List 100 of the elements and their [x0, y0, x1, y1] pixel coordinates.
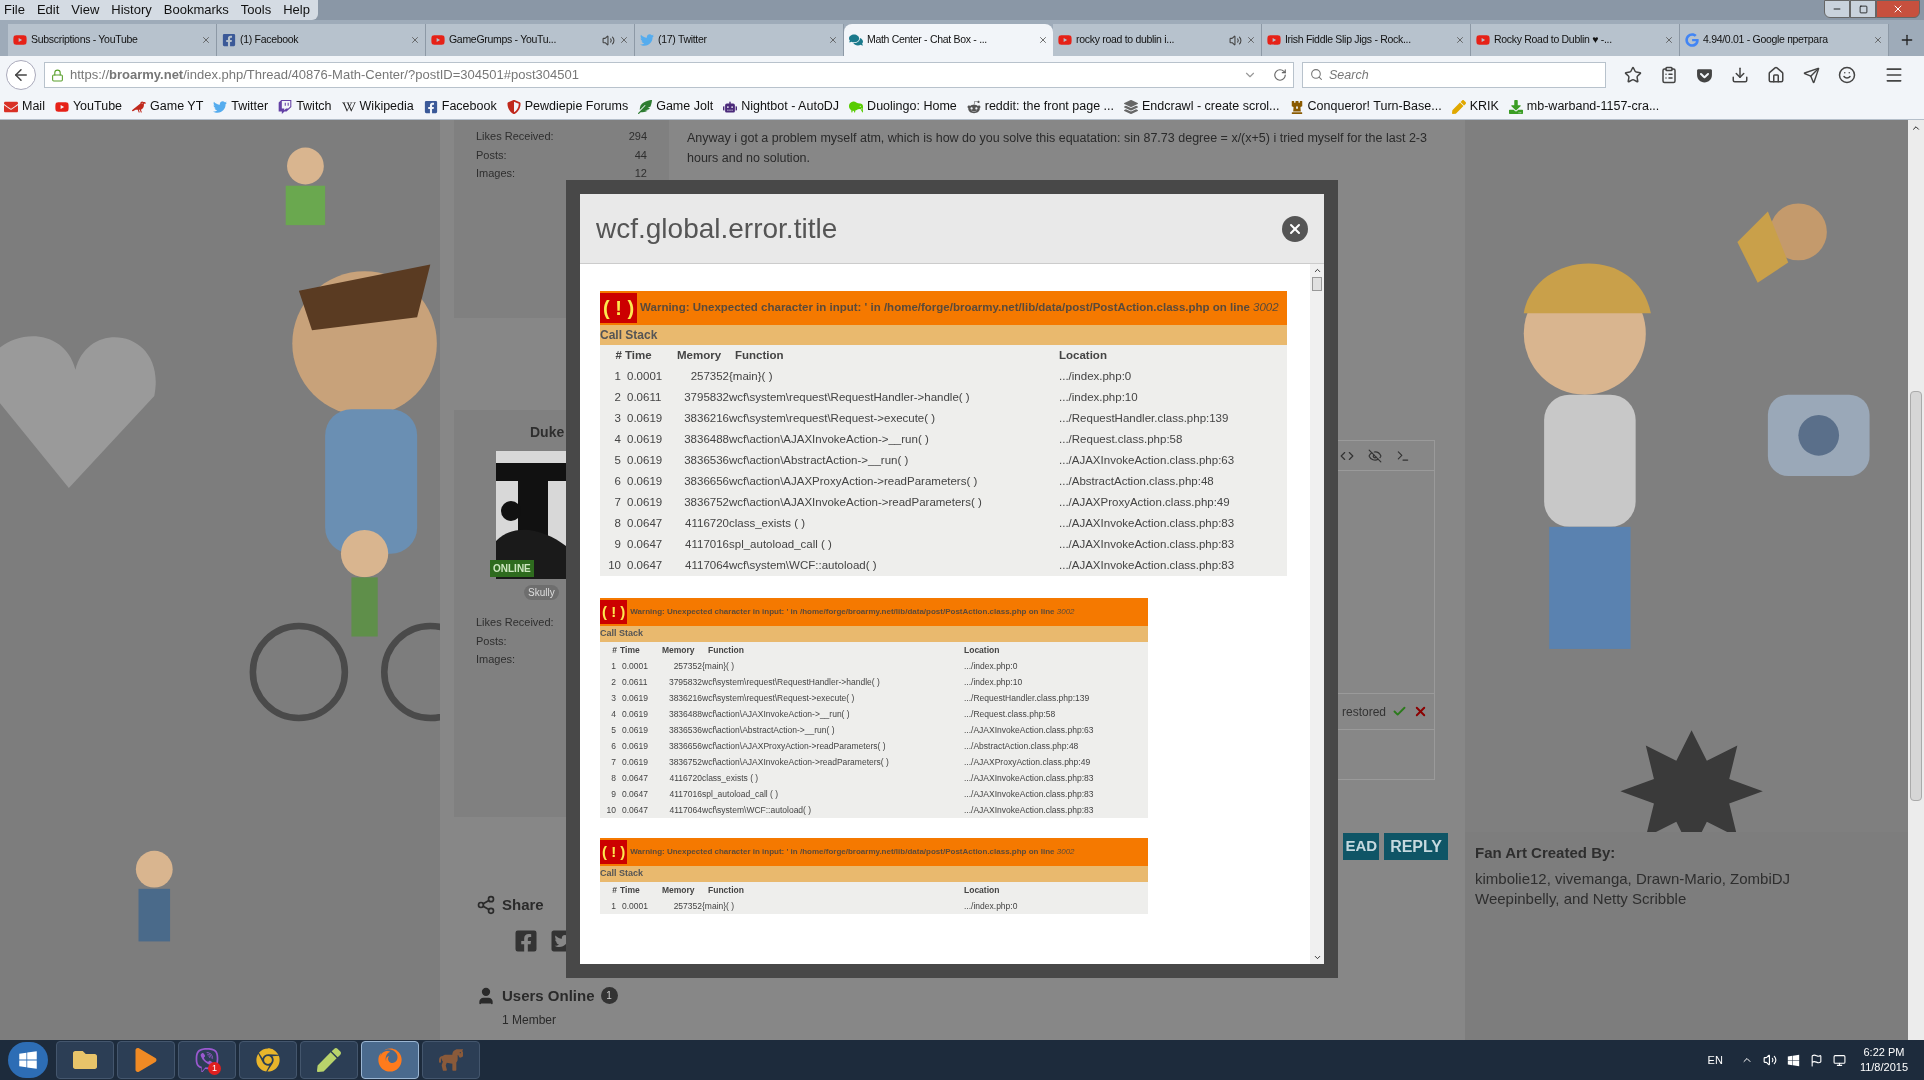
maximize-button[interactable]: [1850, 0, 1876, 18]
browser-tab[interactable]: GameGrumps - YouTu...: [426, 24, 635, 56]
robot-icon: [723, 99, 738, 114]
scroll-thumb[interactable]: [1312, 277, 1322, 291]
browser-tab[interactable]: 4.94/0.01 - Google претрага: [1680, 24, 1889, 56]
close-tab-icon[interactable]: [828, 35, 838, 45]
bookmark-link[interactable]: Game YT: [132, 97, 204, 116]
browser-tab[interactable]: Rocky Road to Dublin ♥ -...: [1471, 24, 1680, 56]
eye-off-icon[interactable]: [1368, 448, 1382, 463]
close-tab-icon[interactable]: [1664, 35, 1674, 45]
letter-f-icon[interactable]: [514, 928, 538, 953]
browser-tab[interactable]: rocky road to dublin i...: [1053, 24, 1262, 56]
bookmark-link[interactable]: Duolingo: Home: [849, 97, 957, 116]
post-text: Anyway i got a problem myself atm, which is how do you solve this equatation: sin 87.73 degree = x/(x+5) i tried myself for the last 2-3 hours and no solution.: [687, 130, 1427, 167]
user-icon: [476, 985, 496, 1006]
bookmark-link[interactable]: YouTube: [54, 97, 123, 116]
terminal-icon[interactable]: [1396, 448, 1410, 463]
browser-tab[interactable]: (1) Facebook: [217, 24, 426, 56]
menu-icon[interactable]: [1884, 65, 1904, 85]
start-button[interactable]: [8, 1042, 48, 1078]
menu-item[interactable]: Edit: [36, 0, 60, 20]
close-tab-icon[interactable]: [410, 35, 420, 45]
smiley-icon[interactable]: [1838, 66, 1856, 84]
minimize-button[interactable]: [1824, 0, 1850, 18]
browser-tab[interactable]: Math Center - Chat Box - ...: [844, 24, 1053, 56]
column-header: Location: [964, 644, 1001, 657]
table-cell-text: 6: [610, 740, 617, 753]
monitor-icon[interactable]: [1832, 1053, 1846, 1067]
back-button[interactable]: [6, 60, 36, 90]
menu-item[interactable]: View: [71, 0, 100, 20]
close-icon[interactable]: [1413, 704, 1428, 719]
table-cell-text: 0.0647: [621, 772, 649, 785]
section-title: Share: [502, 895, 544, 915]
alien-icon: [966, 99, 981, 114]
close-tab-icon[interactable]: [1455, 35, 1465, 45]
star-icon[interactable]: [1624, 66, 1642, 84]
new-tab-icon[interactable]: [1899, 32, 1915, 48]
action-button[interactable]: EAD: [1343, 833, 1380, 860]
bookmark-link[interactable]: Nightbot - AutoDJ: [723, 97, 840, 116]
windows-icon[interactable]: [1786, 1053, 1800, 1067]
browser-tab[interactable]: (17) Twitter: [635, 24, 844, 56]
table-cell-text: 8: [613, 516, 622, 531]
menu-item[interactable]: History: [111, 0, 152, 20]
menu-item[interactable]: Tools: [240, 0, 272, 20]
table-cell-text: 0.0619: [626, 432, 664, 447]
url-field[interactable]: https://broarmy.net/index.php/Thread/40876-Math-Center/?postID=304501#post304501: [44, 62, 1294, 88]
column-header: Function: [707, 884, 745, 897]
close-tab-icon[interactable]: [619, 35, 629, 45]
pocket-icon[interactable]: [1696, 66, 1713, 84]
taskbar-button[interactable]: 1: [178, 1041, 236, 1079]
bookmark-link[interactable]: KRIK: [1451, 97, 1499, 116]
table-cell-text: wcf\system\request\Request->execute( ): [729, 411, 937, 426]
scroll-up-icon[interactable]: [1312, 266, 1322, 275]
bookmark-link[interactable]: Pewdiepie Forums: [506, 97, 629, 116]
scroll-up-icon[interactable]: [1911, 123, 1921, 133]
draft-notice: restored: [1341, 703, 1386, 721]
close-tab-icon[interactable]: [1038, 35, 1048, 45]
action-button[interactable]: REPLY: [1384, 833, 1448, 860]
browser-tab[interactable]: Subscriptions - YouTube: [8, 24, 217, 56]
bookmark-link[interactable]: mb-warband-1157-cra...: [1508, 97, 1660, 116]
table-cell-text: 0.0611: [626, 390, 663, 405]
flag-icon[interactable]: [1809, 1053, 1823, 1067]
close-tab-icon[interactable]: [1246, 35, 1256, 45]
clipboard-icon[interactable]: [1660, 66, 1678, 84]
taskbar-button[interactable]: [300, 1041, 358, 1079]
language-indicator[interactable]: EN: [1707, 1051, 1723, 1069]
close-tab-icon[interactable]: [201, 35, 211, 45]
bookmark-link[interactable]: Mail: [4, 97, 45, 116]
home-icon[interactable]: [1767, 66, 1785, 84]
bookmark-link[interactable]: Conqueror! Turn-Base...: [1289, 97, 1442, 116]
table-cell-text: .../index.php:10: [964, 676, 1024, 689]
menu-item[interactable]: Bookmarks: [163, 0, 229, 20]
download-icon[interactable]: [1731, 66, 1749, 84]
bookmark-link[interactable]: Game Jolt: [638, 97, 714, 116]
bookmark-link[interactable]: Wikipedia: [341, 97, 414, 116]
bookmark-link[interactable]: Twitch: [278, 97, 332, 116]
table-cell-text: 0.0611: [621, 676, 649, 689]
scroll-down-icon[interactable]: [1312, 953, 1322, 962]
close-button[interactable]: [1282, 215, 1308, 242]
speaker-icon[interactable]: [1762, 1053, 1777, 1067]
taskbar-button[interactable]: [117, 1041, 175, 1079]
bookmark-link[interactable]: reddit: the front page ...: [966, 97, 1114, 116]
clock[interactable]: 6:22 PM 11/8/2015: [1859, 1045, 1908, 1075]
bookmark-link[interactable]: Facebook: [423, 97, 497, 116]
menu-item[interactable]: Help: [283, 0, 310, 20]
scroll-thumb[interactable]: [1910, 391, 1922, 801]
paper-plane-icon[interactable]: [1803, 66, 1820, 84]
bookmark-link[interactable]: Endcrawl - create scrol...: [1124, 97, 1280, 116]
taskbar-button[interactable]: [56, 1041, 114, 1079]
bookmark-link[interactable]: Twitter: [213, 97, 269, 116]
search-field[interactable]: Search: [1302, 62, 1606, 88]
close-tab-icon[interactable]: [1873, 35, 1883, 45]
taskbar-button[interactable]: [239, 1041, 297, 1079]
browser-tab[interactable]: Irish Fiddle Slip Jigs - Rock...: [1262, 24, 1471, 56]
table-cell-text: spl_autoload_call ( ): [729, 537, 833, 552]
check-icon[interactable]: [1392, 704, 1407, 719]
menu-item[interactable]: File: [4, 0, 25, 20]
table-cell-text: 4117064: [668, 804, 702, 817]
reload-icon[interactable]: [1273, 68, 1287, 82]
share-icon: [476, 895, 496, 916]
